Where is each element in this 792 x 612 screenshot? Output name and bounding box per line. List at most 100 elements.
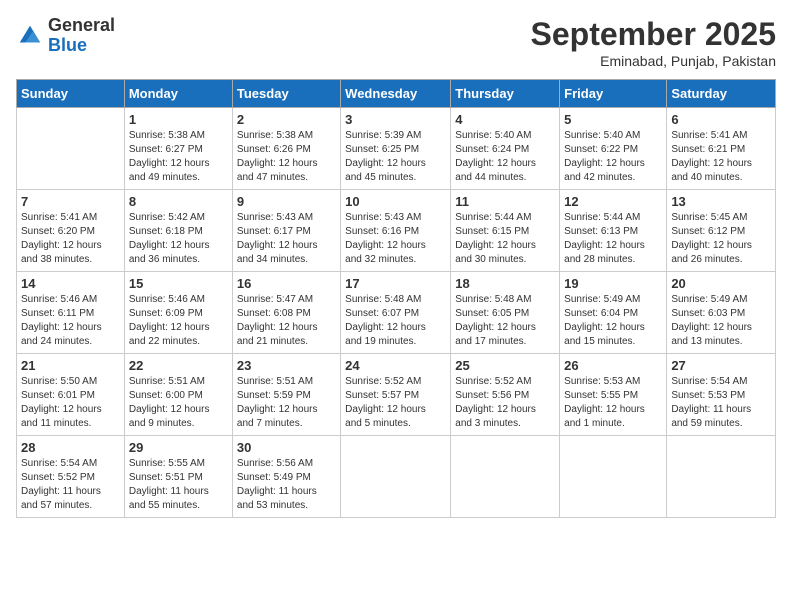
day-info: Sunrise: 5:54 AM Sunset: 5:53 PM Dayligh…: [671, 375, 771, 431]
calendar-cell: 27 Sunrise: 5:54 AM Sunset: 5:53 PM Dayli…: [667, 354, 776, 436]
calendar-cell: 15Sunrise: 5:46 AM Sunset: 6:09 PM Dayli…: [124, 272, 232, 354]
calendar-cell: 9 Sunrise: 5:43 AM Sunset: 6:17 PM Daylig…: [232, 190, 340, 272]
day-number: 30: [237, 440, 336, 455]
calendar-cell: 12 Sunrise: 5:44 AM Sunset: 6:13 PM Dayli…: [560, 190, 667, 272]
day-info: Sunrise: 5:47 AM Sunset: 6:08 PM Dayligh…: [237, 293, 336, 349]
calendar-cell: 30 Sunrise: 5:56 AM Sunset: 5:49 PM Dayli…: [232, 436, 340, 518]
calendar-cell: 28 Sunrise: 5:54 AM Sunset: 5:52 PM Dayli…: [17, 436, 125, 518]
day-info: Sunrise: 5:54 AM Sunset: 5:52 PM Dayligh…: [21, 457, 120, 513]
calendar-body: 1 Sunrise: 5:38 AM Sunset: 6:27 PM Daylig…: [17, 108, 776, 518]
day-number: 16: [237, 276, 336, 291]
header-cell-thursday: Thursday: [451, 80, 560, 108]
week-row-4: 21 Sunrise: 5:50 AM Sunset: 6:01 PM Dayli…: [17, 354, 776, 436]
calendar-cell: 23 Sunrise: 5:51 AM Sunset: 5:59 PM Dayli…: [232, 354, 340, 436]
calendar-cell: 18 Sunrise: 5:48 AM Sunset: 6:05 PM Dayli…: [451, 272, 560, 354]
day-info: Sunrise: 5:53 AM Sunset: 5:55 PM Dayligh…: [564, 375, 662, 431]
week-row-1: 1 Sunrise: 5:38 AM Sunset: 6:27 PM Daylig…: [17, 108, 776, 190]
calendar-cell: 25 Sunrise: 5:52 AM Sunset: 5:56 PM Dayli…: [451, 354, 560, 436]
page-header: General Blue September 2025 Eminabad, Pu…: [16, 16, 776, 69]
calendar-cell: 6Sunrise: 5:41 AM Sunset: 6:21 PM Daylig…: [667, 108, 776, 190]
day-number: 11: [455, 194, 555, 209]
calendar-cell: 1 Sunrise: 5:38 AM Sunset: 6:27 PM Daylig…: [124, 108, 232, 190]
day-number: 6: [671, 112, 771, 127]
day-info: Sunrise: 5:43 AM Sunset: 6:17 PM Dayligh…: [237, 211, 336, 267]
day-info: Sunrise: 5:38 AM Sunset: 6:26 PM Dayligh…: [237, 129, 336, 185]
day-info: Sunrise: 5:46 AM Sunset: 6:11 PM Dayligh…: [21, 293, 120, 349]
day-info: Sunrise: 5:55 AM Sunset: 5:51 PM Dayligh…: [129, 457, 228, 513]
day-number: 2: [237, 112, 336, 127]
day-number: 12: [564, 194, 662, 209]
calendar-cell: 22 Sunrise: 5:51 AM Sunset: 6:00 PM Dayli…: [124, 354, 232, 436]
day-info: Sunrise: 5:41 AM Sunset: 6:20 PM Dayligh…: [21, 211, 120, 267]
day-number: 29: [129, 440, 228, 455]
calendar-table: SundayMondayTuesdayWednesdayThursdayFrid…: [16, 79, 776, 518]
week-row-2: 7Sunrise: 5:41 AM Sunset: 6:20 PM Daylig…: [17, 190, 776, 272]
day-number: 5: [564, 112, 662, 127]
day-number: 10: [345, 194, 446, 209]
calendar-cell: 8Sunrise: 5:42 AM Sunset: 6:18 PM Daylig…: [124, 190, 232, 272]
day-number: 19: [564, 276, 662, 291]
header-cell-monday: Monday: [124, 80, 232, 108]
calendar-cell: [451, 436, 560, 518]
day-info: Sunrise: 5:44 AM Sunset: 6:13 PM Dayligh…: [564, 211, 662, 267]
day-info: Sunrise: 5:38 AM Sunset: 6:27 PM Dayligh…: [129, 129, 228, 185]
calendar-cell: [667, 436, 776, 518]
calendar-cell: 10 Sunrise: 5:43 AM Sunset: 6:16 PM Dayli…: [341, 190, 451, 272]
day-info: Sunrise: 5:52 AM Sunset: 5:57 PM Dayligh…: [345, 375, 446, 431]
calendar-cell: [341, 436, 451, 518]
day-number: 21: [21, 358, 120, 373]
day-number: 13: [671, 194, 771, 209]
day-info: Sunrise: 5:52 AM Sunset: 5:56 PM Dayligh…: [455, 375, 555, 431]
day-number: 20: [671, 276, 771, 291]
day-info: Sunrise: 5:40 AM Sunset: 6:22 PM Dayligh…: [564, 129, 662, 185]
day-info: Sunrise: 5:50 AM Sunset: 6:01 PM Dayligh…: [21, 375, 120, 431]
week-row-3: 14 Sunrise: 5:46 AM Sunset: 6:11 PM Dayli…: [17, 272, 776, 354]
day-number: 3: [345, 112, 446, 127]
day-info: Sunrise: 5:48 AM Sunset: 6:07 PM Dayligh…: [345, 293, 446, 349]
day-info: Sunrise: 5:48 AM Sunset: 6:05 PM Dayligh…: [455, 293, 555, 349]
calendar-cell: 11Sunrise: 5:44 AM Sunset: 6:15 PM Dayli…: [451, 190, 560, 272]
day-number: 28: [21, 440, 120, 455]
calendar-cell: 19 Sunrise: 5:49 AM Sunset: 6:04 PM Dayli…: [560, 272, 667, 354]
calendar-cell: 20 Sunrise: 5:49 AM Sunset: 6:03 PM Dayli…: [667, 272, 776, 354]
day-number: 18: [455, 276, 555, 291]
header-cell-tuesday: Tuesday: [232, 80, 340, 108]
calendar-cell: 5 Sunrise: 5:40 AM Sunset: 6:22 PM Daylig…: [560, 108, 667, 190]
day-info: Sunrise: 5:39 AM Sunset: 6:25 PM Dayligh…: [345, 129, 446, 185]
day-info: Sunrise: 5:49 AM Sunset: 6:04 PM Dayligh…: [564, 293, 662, 349]
calendar-cell: 29 Sunrise: 5:55 AM Sunset: 5:51 PM Dayli…: [124, 436, 232, 518]
calendar-cell: 17 Sunrise: 5:48 AM Sunset: 6:07 PM Dayli…: [341, 272, 451, 354]
header-cell-friday: Friday: [560, 80, 667, 108]
day-info: Sunrise: 5:43 AM Sunset: 6:16 PM Dayligh…: [345, 211, 446, 267]
day-info: Sunrise: 5:56 AM Sunset: 5:49 PM Dayligh…: [237, 457, 336, 513]
day-number: 22: [129, 358, 228, 373]
day-info: Sunrise: 5:45 AM Sunset: 6:12 PM Dayligh…: [671, 211, 771, 267]
day-number: 9: [237, 194, 336, 209]
location: Eminabad, Punjab, Pakistan: [531, 53, 776, 69]
day-number: 26: [564, 358, 662, 373]
day-info: Sunrise: 5:42 AM Sunset: 6:18 PM Dayligh…: [129, 211, 228, 267]
day-number: 4: [455, 112, 555, 127]
calendar-cell: [17, 108, 125, 190]
day-info: Sunrise: 5:51 AM Sunset: 6:00 PM Dayligh…: [129, 375, 228, 431]
calendar-cell: 7Sunrise: 5:41 AM Sunset: 6:20 PM Daylig…: [17, 190, 125, 272]
day-info: Sunrise: 5:49 AM Sunset: 6:03 PM Dayligh…: [671, 293, 771, 349]
calendar-cell: 24Sunrise: 5:52 AM Sunset: 5:57 PM Dayli…: [341, 354, 451, 436]
day-number: 25: [455, 358, 555, 373]
day-number: 27: [671, 358, 771, 373]
calendar-cell: 13 Sunrise: 5:45 AM Sunset: 6:12 PM Dayli…: [667, 190, 776, 272]
day-number: 23: [237, 358, 336, 373]
day-number: 14: [21, 276, 120, 291]
calendar-cell: 2 Sunrise: 5:38 AM Sunset: 6:26 PM Daylig…: [232, 108, 340, 190]
day-number: 1: [129, 112, 228, 127]
logo-text: General Blue: [48, 16, 115, 56]
title-block: September 2025 Eminabad, Punjab, Pakista…: [531, 16, 776, 69]
day-number: 15: [129, 276, 228, 291]
header-cell-saturday: Saturday: [667, 80, 776, 108]
week-row-5: 28 Sunrise: 5:54 AM Sunset: 5:52 PM Dayli…: [17, 436, 776, 518]
header-row: SundayMondayTuesdayWednesdayThursdayFrid…: [17, 80, 776, 108]
header-cell-sunday: Sunday: [17, 80, 125, 108]
day-number: 17: [345, 276, 446, 291]
day-info: Sunrise: 5:51 AM Sunset: 5:59 PM Dayligh…: [237, 375, 336, 431]
calendar-cell: [560, 436, 667, 518]
